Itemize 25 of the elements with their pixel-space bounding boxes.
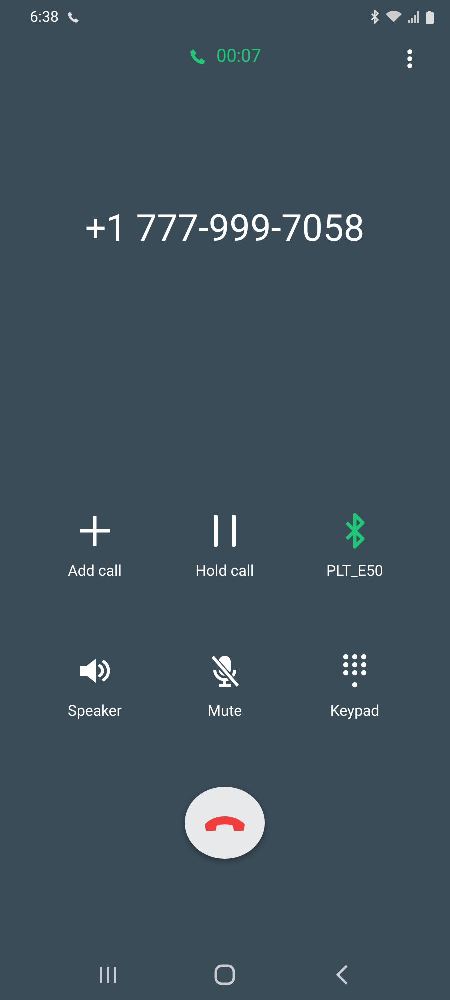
pause-icon	[212, 514, 238, 548]
hold-button[interactable]: Hold call	[160, 512, 290, 582]
speaker-button[interactable]: Speaker	[30, 652, 160, 722]
muted-microphone-icon	[209, 654, 241, 688]
speaker-icon	[78, 656, 112, 685]
phone-icon	[188, 48, 207, 66]
phone-call-icon	[66, 10, 80, 24]
mute-button[interactable]: Mute	[160, 652, 290, 722]
bluetooth-button[interactable]: PLT_E50	[290, 512, 420, 582]
bluetooth-icon	[343, 512, 367, 549]
keypad-button[interactable]: Keypad	[290, 652, 420, 722]
recent-apps-icon[interactable]	[98, 966, 118, 984]
wifi-icon	[386, 11, 402, 24]
phone-number: +1 777-999-7058	[84, 208, 366, 252]
plus-icon	[78, 514, 112, 548]
battery-icon	[426, 10, 434, 24]
back-icon[interactable]	[334, 964, 349, 986]
hang-up-icon	[203, 814, 247, 832]
home-icon[interactable]	[214, 964, 236, 986]
clock-time: 6:38	[30, 8, 59, 26]
bluetooth-icon	[370, 10, 380, 24]
signal-icon	[408, 11, 420, 24]
call-duration: 00:07	[216, 46, 262, 68]
add-button[interactable]: Add call	[30, 512, 160, 582]
keypad-icon	[342, 652, 368, 689]
